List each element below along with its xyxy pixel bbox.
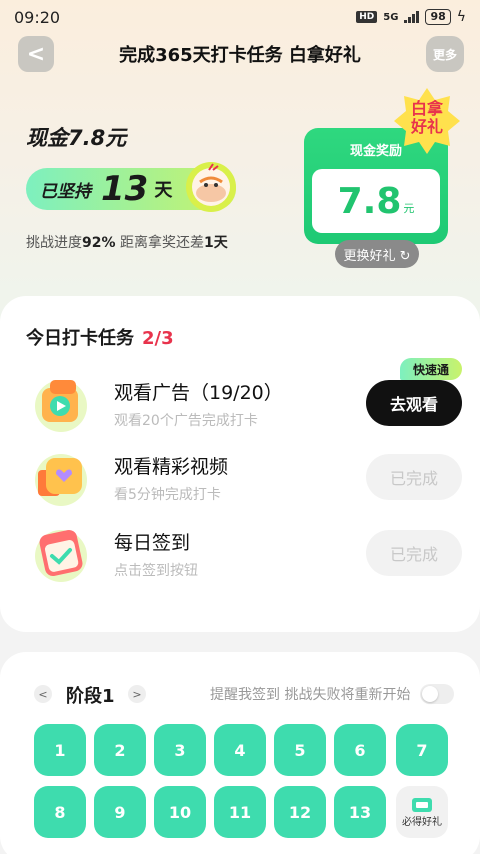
daily-task-card: 今日打卡任务 2/3 观看广告（19/20） 观看20个广告完成打卡 去观看 快速… — [0, 296, 480, 632]
task-row-checkin: 每日签到 点击签到按钮 已完成 — [0, 522, 480, 592]
status-time: 09:20 — [14, 7, 61, 27]
progress-days-left: 1天 — [203, 235, 228, 251]
day-tile[interactable]: 11 — [214, 786, 266, 838]
progress-mid: 距离拿奖还差 — [115, 235, 204, 251]
back-button[interactable]: < — [18, 36, 54, 72]
task-count: 2/3 — [142, 328, 174, 349]
task-header: 今日打卡任务 2/3 — [26, 324, 174, 350]
hd-icon: HD — [356, 11, 378, 23]
charging-icon: ϟ — [456, 9, 466, 25]
badge-text: 白拿 好礼 — [392, 100, 462, 136]
day-tile[interactable]: 6 — [334, 724, 386, 776]
gift-day-label: 必得好礼 — [402, 816, 442, 828]
stage-card: < 阶段1 > 提醒我签到 挑战失败将重新开始 1 2 3 4 5 6 7 8 … — [0, 652, 480, 854]
day-tile[interactable]: 3 — [154, 724, 206, 776]
gift-card-icon — [412, 797, 432, 812]
status-icons: HD 5G 98 ϟ — [356, 9, 466, 25]
ad-player-icon — [35, 380, 87, 432]
stage-title: 阶段1 — [66, 686, 115, 707]
reward-amount: 7.8 — [337, 180, 402, 222]
streak-prefix: 已坚持 — [40, 181, 91, 202]
task-row-videos: 观看精彩视频 看5分钟完成打卡 已完成 — [0, 446, 480, 516]
remind-toggle[interactable] — [420, 684, 454, 704]
streak-days: 13 — [101, 169, 149, 209]
stage-header: < 阶段1 > 提醒我签到 挑战失败将重新开始 — [0, 682, 480, 707]
video-heart-icon — [35, 454, 87, 506]
chevron-left-icon: < — [38, 687, 48, 701]
prev-stage-button[interactable]: < — [34, 685, 52, 703]
day-tile[interactable]: 5 — [274, 724, 326, 776]
fast-pass-tag: 快速通 — [400, 358, 462, 380]
watch-ads-button[interactable]: 去观看 — [366, 380, 462, 426]
battery-icon: 98 — [425, 9, 451, 25]
signal-icon — [404, 11, 420, 23]
day-tile[interactable]: 7 — [396, 724, 448, 776]
nav-bar: < 完成365天打卡任务 白拿好礼 更多 — [0, 34, 480, 74]
task-subtitle: 观看20个广告完成打卡 — [114, 413, 258, 429]
task-title: 观看精彩视频 — [114, 456, 229, 478]
remind-text: 提醒我签到 挑战失败将重新开始 — [210, 687, 411, 703]
task-header-title: 今日打卡任务 — [26, 328, 134, 349]
videos-done-button[interactable]: 已完成 — [366, 454, 462, 500]
network-label: 5G — [383, 11, 399, 23]
progress-percent: 92% — [82, 235, 116, 251]
task-subtitle: 点击签到按钮 — [114, 563, 198, 579]
chevron-right-icon: > — [132, 687, 142, 701]
day-tile[interactable]: 8 — [34, 786, 86, 838]
day-tile[interactable]: 1 — [34, 724, 86, 776]
task-subtitle: 看5分钟完成打卡 — [114, 487, 221, 503]
task-title: 观看广告（19/20） — [114, 382, 283, 404]
task-title: 每日签到 — [114, 532, 191, 554]
gift-day-tile[interactable]: 必得好礼 — [396, 786, 448, 838]
bowl-mascot-icon — [186, 162, 236, 212]
page-title: 完成365天打卡任务 白拿好礼 — [119, 45, 361, 66]
status-bar: 09:20 HD 5G 98 ϟ — [0, 0, 480, 34]
progress-prefix: 挑战进度 — [26, 235, 82, 251]
cash-title: 现金7.8元 — [26, 126, 127, 150]
day-tile[interactable]: 10 — [154, 786, 206, 838]
badge-line1: 白拿 — [410, 99, 443, 118]
day-tile[interactable]: 13 — [334, 786, 386, 838]
change-gift-button[interactable]: 更换好礼 ↻ — [335, 240, 419, 268]
progress-text: 挑战进度92% 距离拿奖还差1天 — [26, 232, 228, 252]
day-tile[interactable]: 2 — [94, 724, 146, 776]
badge-line2: 好礼 — [410, 117, 443, 136]
reward-unit: 元 — [403, 202, 415, 215]
chevron-left-icon: < — [26, 41, 46, 67]
more-button[interactable]: 更多 — [426, 36, 464, 72]
task-row-ads: 观看广告（19/20） 观看20个广告完成打卡 去观看 快速通 — [0, 358, 480, 442]
day-tile[interactable]: 9 — [94, 786, 146, 838]
calendar-check-icon — [35, 529, 87, 582]
free-gift-badge: 白拿 好礼 — [392, 86, 462, 156]
day-tile[interactable]: 12 — [274, 786, 326, 838]
streak-suffix: 天 — [154, 180, 173, 201]
reward-amount-box: 7.8 元 — [312, 169, 440, 233]
checkin-done-button[interactable]: 已完成 — [366, 530, 462, 576]
day-tile[interactable]: 4 — [214, 724, 266, 776]
next-stage-button[interactable]: > — [128, 685, 146, 703]
